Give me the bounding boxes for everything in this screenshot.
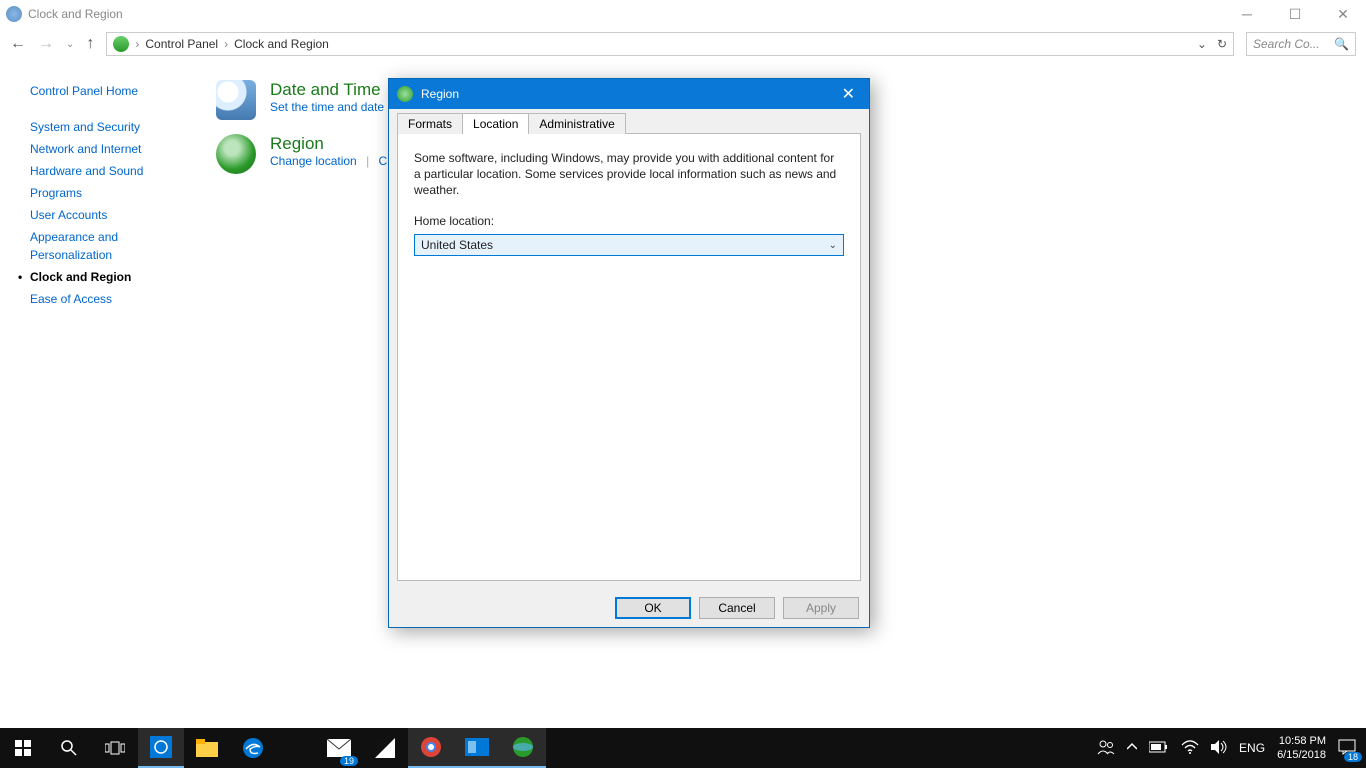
- control-panel-icon: [6, 6, 22, 22]
- breadcrumb-current[interactable]: Clock and Region: [234, 37, 329, 51]
- home-location-value: United States: [421, 238, 493, 252]
- window-titlebar: Clock and Region ─ ☐ ✕: [0, 0, 1366, 28]
- wifi-icon[interactable]: [1181, 740, 1199, 757]
- dialog-titlebar[interactable]: Region ✕: [389, 79, 869, 109]
- system-tray: ENG 10:58 PM 6/15/2018 18: [1087, 734, 1366, 762]
- start-button[interactable]: [0, 728, 46, 768]
- breadcrumb-sep-icon: ›: [224, 37, 228, 51]
- action-center-icon[interactable]: 18: [1338, 739, 1356, 758]
- sidebar-item-programs[interactable]: Programs: [30, 184, 190, 202]
- taskbar-date: 6/15/2018: [1277, 748, 1326, 762]
- apply-button[interactable]: Apply: [783, 597, 859, 619]
- region-dialog-icon: [397, 86, 413, 102]
- link-change-location[interactable]: Change location: [270, 154, 357, 168]
- dialog-button-row: OK Cancel Apply: [389, 589, 869, 627]
- sidebar-item-ease[interactable]: Ease of Access: [30, 290, 190, 308]
- link-set-time[interactable]: Set the time and date: [270, 100, 384, 114]
- breadcrumb-sep-icon: ›: [135, 37, 139, 51]
- taskbar-app-photos[interactable]: [138, 728, 184, 768]
- taskbar-app-control-panel[interactable]: [500, 728, 546, 768]
- taskbar-app-chrome[interactable]: [408, 728, 454, 768]
- chevron-down-icon: ⌄: [829, 240, 837, 251]
- sidebar-item-clock-region[interactable]: Clock and Region: [30, 268, 190, 286]
- home-location-combobox[interactable]: United States ⌄: [414, 234, 844, 256]
- cancel-button[interactable]: Cancel: [699, 597, 775, 619]
- sidebar-item-users[interactable]: User Accounts: [30, 206, 190, 224]
- taskbar-app-explorer[interactable]: [184, 728, 230, 768]
- home-location-label: Home location:: [414, 214, 844, 228]
- sidebar-home[interactable]: Control Panel Home: [30, 82, 190, 100]
- tab-panel-location: Some software, including Windows, may pr…: [397, 133, 861, 581]
- battery-icon[interactable]: [1149, 741, 1169, 756]
- close-button[interactable]: ✕: [1328, 0, 1358, 28]
- forward-button[interactable]: →: [38, 35, 54, 53]
- dialog-description: Some software, including Windows, may pr…: [414, 150, 844, 198]
- window-title: Clock and Region: [28, 7, 1232, 21]
- up-button[interactable]: ↑: [86, 35, 94, 53]
- taskbar: 19 ENG 10:58 PM 6/15/2018: [0, 728, 1366, 768]
- volume-icon[interactable]: [1211, 740, 1227, 757]
- dialog-title: Region: [421, 87, 459, 101]
- refresh-icon[interactable]: ↻: [1217, 37, 1227, 51]
- address-dropdown-icon[interactable]: ⌄: [1197, 37, 1207, 51]
- sidebar-item-hardware[interactable]: Hardware and Sound: [30, 162, 190, 180]
- clock-icon: [216, 80, 256, 120]
- toolbar: ← → ⌄ ↑ › Control Panel › Clock and Regi…: [0, 28, 1366, 60]
- tab-location[interactable]: Location: [462, 113, 529, 134]
- sidebar-item-system[interactable]: System and Security: [30, 118, 190, 136]
- category-title-datetime[interactable]: Date and Time: [270, 80, 384, 100]
- language-indicator[interactable]: ENG: [1239, 741, 1265, 755]
- search-input[interactable]: Search Co... 🔍: [1246, 32, 1356, 56]
- taskbar-app-news[interactable]: [362, 728, 408, 768]
- sidebar: Control Panel Home System and Security N…: [0, 60, 200, 728]
- history-dropdown[interactable]: ⌄: [66, 39, 74, 50]
- search-placeholder: Search Co...: [1253, 37, 1320, 51]
- search-icon: 🔍: [1334, 37, 1349, 51]
- taskbar-time: 10:58 PM: [1277, 734, 1326, 748]
- action-center-badge: 18: [1344, 752, 1362, 762]
- category-title-region[interactable]: Region: [270, 134, 394, 154]
- dialog-close-button[interactable]: ✕: [836, 84, 861, 104]
- search-button[interactable]: [46, 728, 92, 768]
- ok-button[interactable]: OK: [615, 597, 691, 619]
- sidebar-item-network[interactable]: Network and Internet: [30, 140, 190, 158]
- taskbar-app-edge[interactable]: [230, 728, 276, 768]
- back-button[interactable]: ←: [10, 35, 26, 53]
- link-separator: |: [366, 154, 369, 168]
- address-bar[interactable]: › Control Panel › Clock and Region ⌄ ↻: [106, 32, 1234, 56]
- sidebar-item-appearance[interactable]: Appearance and Personalization: [30, 228, 190, 264]
- tab-administrative[interactable]: Administrative: [528, 113, 625, 134]
- tray-overflow-icon[interactable]: [1127, 741, 1137, 755]
- dialog-tabstrip: Formats Location Administrative: [389, 109, 869, 133]
- region-dialog: Region ✕ Formats Location Administrative…: [388, 78, 870, 628]
- location-icon: [113, 36, 129, 52]
- mail-badge: 19: [340, 756, 358, 766]
- taskbar-clock[interactable]: 10:58 PM 6/15/2018: [1277, 734, 1326, 762]
- breadcrumb-root[interactable]: Control Panel: [145, 37, 218, 51]
- task-view-button[interactable]: [92, 728, 138, 768]
- globe-icon: [216, 134, 256, 174]
- people-icon[interactable]: [1097, 739, 1115, 758]
- taskbar-app-mail[interactable]: 19: [316, 728, 362, 768]
- taskbar-app-settings[interactable]: [454, 728, 500, 768]
- minimize-button[interactable]: ─: [1232, 0, 1262, 28]
- maximize-button[interactable]: ☐: [1280, 0, 1310, 28]
- tab-formats[interactable]: Formats: [397, 113, 463, 134]
